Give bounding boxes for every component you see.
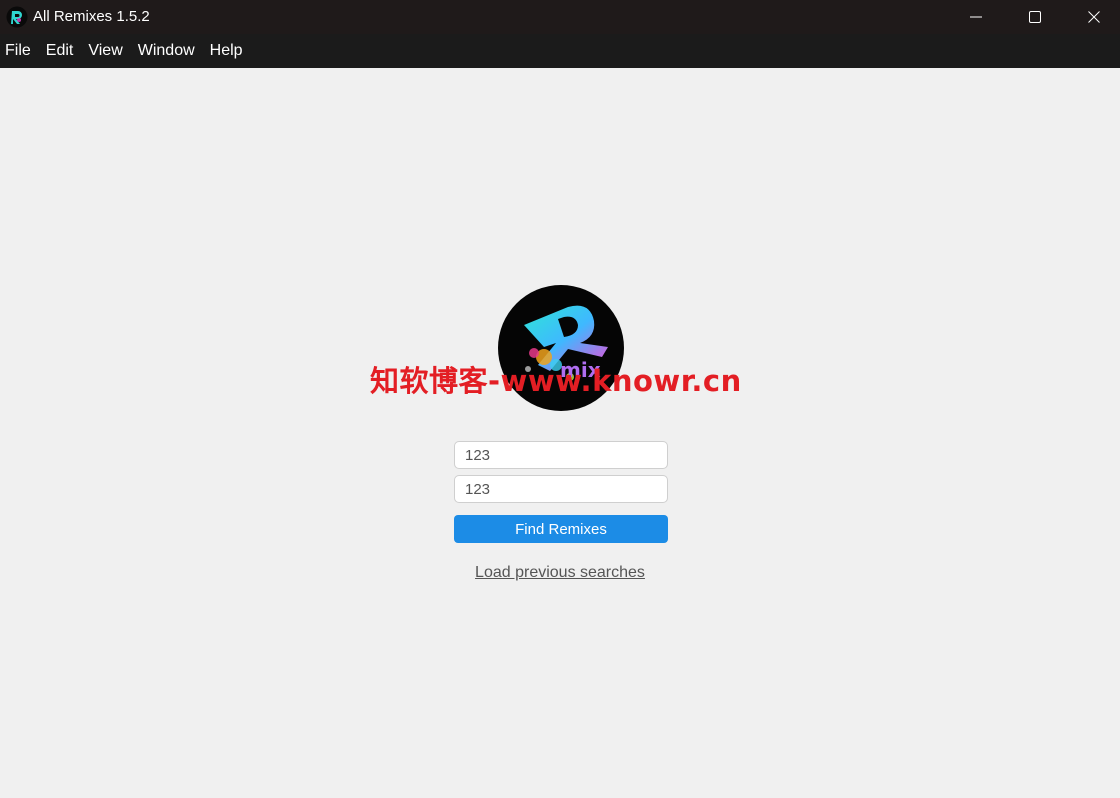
close-icon	[1088, 11, 1100, 23]
close-button[interactable]	[1066, 0, 1120, 34]
menu-edit[interactable]: Edit	[41, 34, 81, 68]
minimize-icon	[970, 16, 982, 18]
app-logo-icon	[6, 6, 28, 28]
minimize-button[interactable]	[948, 0, 1004, 34]
menu-help[interactable]: Help	[205, 34, 250, 68]
load-previous-searches-link[interactable]: Load previous searches	[475, 564, 645, 581]
watermark-text: 知软博客-www.knowr.cn	[370, 364, 742, 398]
find-remixes-button[interactable]: Find Remixes	[454, 515, 668, 543]
title-bar: All Remixes 1.5.2	[0, 0, 1120, 34]
second-search-input[interactable]	[454, 475, 668, 503]
menu-file[interactable]: File	[0, 34, 38, 68]
menu-window[interactable]: Window	[133, 34, 202, 68]
maximize-button[interactable]	[1007, 0, 1063, 34]
menu-view[interactable]: View	[83, 34, 129, 68]
window-title: All Remixes 1.5.2	[33, 8, 150, 25]
maximize-icon	[1029, 11, 1041, 23]
load-previous-container: Load previous searches	[0, 564, 1120, 582]
menu-bar: File Edit View Window Help	[0, 34, 1120, 68]
first-search-input[interactable]	[454, 441, 668, 469]
